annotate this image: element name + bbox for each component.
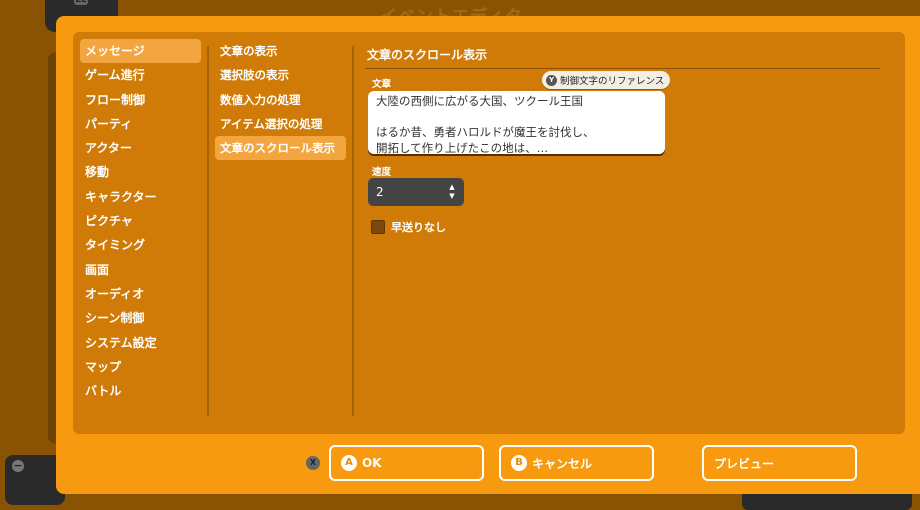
category-item-picture[interactable]: ピクチャ	[80, 209, 201, 233]
command-dialog: メッセージ ゲーム進行 フロー制御 パーティ アクター 移動 キャラクター ピク…	[56, 16, 920, 494]
text-line: 大陸の西側に広がる大国、ツクール王国	[376, 94, 583, 108]
detail-title: 文章のスクロール表示	[367, 48, 488, 62]
category-item-game-progress[interactable]: ゲーム進行	[80, 63, 201, 87]
category-item-scene-control[interactable]: シーン制御	[80, 306, 201, 330]
title-divider	[365, 68, 880, 69]
cancel-button[interactable]: B キャンセル	[499, 445, 654, 481]
command-item-show-scrolling-text[interactable]: 文章のスクロール表示	[215, 136, 346, 161]
stepper-up-icon[interactable]: ▲	[448, 183, 456, 192]
command-item-show-text[interactable]: 文章の表示	[215, 39, 346, 63]
category-item-message[interactable]: メッセージ	[80, 39, 201, 64]
ok-button[interactable]: A OK	[329, 445, 484, 481]
zl-key-icon: ZL	[74, 0, 88, 5]
command-item-select-item[interactable]: アイテム選択の処理	[215, 112, 346, 136]
category-item-audio[interactable]: オーディオ	[80, 282, 201, 306]
cancel-label: キャンセル	[532, 456, 593, 471]
column-divider	[352, 46, 354, 416]
b-button-icon: B	[511, 455, 527, 471]
category-item-map[interactable]: マップ	[80, 355, 201, 379]
preview-label: プレビュー	[714, 456, 775, 471]
fast-forward-label: 早送りなし	[391, 221, 446, 234]
category-item-flow-control[interactable]: フロー制御	[80, 88, 201, 112]
category-item-actor[interactable]: アクター	[80, 136, 201, 160]
reference-label: 制御文字のリファレンス	[560, 76, 665, 87]
category-item-screen[interactable]: 画面	[80, 258, 201, 282]
text-line: 開拓して作り上げたこの地は、…	[376, 140, 549, 155]
control-char-reference-button[interactable]: Y 制御文字のリファレンス	[542, 71, 671, 89]
speed-value: 2	[376, 185, 384, 199]
stepper-down-icon[interactable]: ▼	[448, 192, 456, 201]
text-field-label: 文章	[372, 79, 392, 90]
preview-button[interactable]: プレビュー	[702, 445, 857, 481]
command-item-show-choices[interactable]: 選択肢の表示	[215, 63, 346, 87]
x-button-icon: X	[306, 456, 320, 470]
fast-forward-option[interactable]: 早送りなし	[371, 219, 446, 235]
a-button-icon: A	[341, 455, 357, 471]
minus-icon: −	[12, 459, 24, 472]
category-item-system-settings[interactable]: システム設定	[80, 331, 201, 355]
category-list: メッセージ ゲーム進行 フロー制御 パーティ アクター 移動 キャラクター ピク…	[80, 39, 201, 403]
scroll-text-area[interactable]: 大陸の西側に広がる大国、ツクール王国 はるか昔、勇者ハロルドが魔王を討伐し、 開…	[368, 91, 665, 155]
command-item-input-number[interactable]: 数値入力の処理	[215, 88, 346, 112]
speed-label: 速度	[372, 167, 392, 178]
fast-forward-checkbox[interactable]	[371, 220, 385, 234]
text-line: はるか昔、勇者ハロルドが魔王を討伐し、	[376, 125, 595, 139]
stepper-arrows-icon[interactable]: ▲ ▼	[448, 183, 456, 201]
y-button-icon: Y	[546, 74, 557, 86]
speed-stepper[interactable]: 2 ▲ ▼	[368, 178, 464, 206]
command-panel: メッセージ ゲーム進行 フロー制御 パーティ アクター 移動 キャラクター ピク…	[73, 32, 905, 434]
category-item-timing[interactable]: タイミング	[80, 233, 201, 257]
category-item-party[interactable]: パーティ	[80, 112, 201, 136]
category-item-battle[interactable]: バトル	[80, 379, 201, 403]
text-line	[376, 110, 657, 126]
command-list: 文章の表示 選択肢の表示 数値入力の処理 アイテム選択の処理 文章のスクロール表…	[215, 39, 346, 161]
ok-label: OK	[362, 456, 382, 470]
category-item-character[interactable]: キャラクター	[80, 185, 201, 209]
category-item-movement[interactable]: 移動	[80, 160, 201, 184]
column-divider	[207, 46, 209, 416]
command-detail: 文章のスクロール表示 文章 Y 制御文字のリファレンス 大陸の西側に広がる大国、…	[365, 45, 882, 234]
